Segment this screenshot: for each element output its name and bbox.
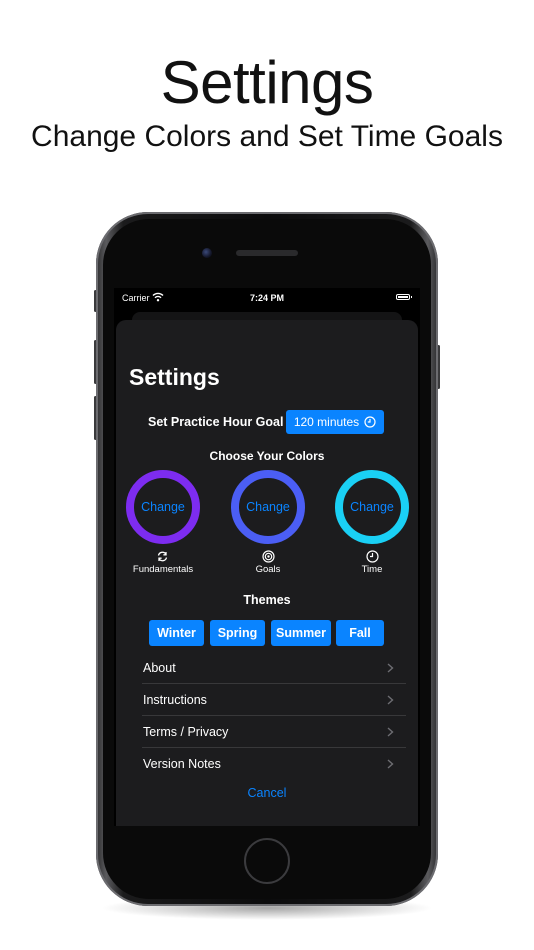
clock-icon: [364, 416, 376, 428]
status-bar: Carrier 7:24 PM: [114, 288, 420, 308]
goal-label: Set Practice Hour Goal: [148, 415, 284, 429]
change-button[interactable]: Change: [246, 500, 290, 514]
theme-summer-button[interactable]: Summer: [271, 620, 331, 646]
menu-item-label: Instructions: [143, 693, 207, 707]
promo-subheadline: Change Colors and Set Time Goals: [31, 120, 503, 153]
clock-icon: [366, 550, 379, 563]
time-color-ring[interactable]: Change: [335, 470, 409, 544]
menu-item-terms-privacy[interactable]: Terms / Privacy: [142, 717, 406, 748]
menu-item-about[interactable]: About: [142, 653, 406, 684]
status-time: 7:24 PM: [249, 293, 284, 303]
target-icon: [262, 550, 275, 563]
fundamentals-label: Fundamentals: [132, 564, 194, 575]
chevron-right-icon: [387, 695, 394, 705]
cancel-button[interactable]: Cancel: [114, 786, 420, 800]
chevron-right-icon: [387, 727, 394, 737]
goals-label: Goals: [255, 564, 281, 575]
earpiece-speaker: [236, 250, 298, 256]
chevron-right-icon: [387, 759, 394, 769]
cycle-icon: [157, 551, 168, 562]
promo-headline: Settings: [160, 49, 374, 116]
menu-item-label: Version Notes: [143, 757, 221, 771]
page-title: Settings: [129, 364, 220, 390]
goal-picker-button[interactable]: 120 minutes: [286, 410, 384, 434]
colors-heading: Choose Your Colors: [209, 449, 325, 463]
home-button[interactable]: [244, 838, 290, 884]
phone-screen: Carrier 7:24 PM Settings Set Practice Ho…: [114, 288, 420, 826]
theme-winter-button[interactable]: Winter: [149, 620, 204, 646]
menu-item-label: About: [143, 661, 176, 675]
time-label: Time: [361, 564, 383, 575]
front-camera: [202, 248, 212, 258]
change-button[interactable]: Change: [141, 500, 185, 514]
theme-fall-button[interactable]: Fall: [336, 620, 384, 646]
menu-item-label: Terms / Privacy: [143, 725, 229, 739]
goal-value: 120 minutes: [293, 415, 360, 429]
goals-color-ring[interactable]: Change: [231, 470, 305, 544]
battery-icon: [396, 294, 412, 300]
menu-item-version-notes[interactable]: Version Notes: [142, 749, 406, 780]
chevron-right-icon: [387, 663, 394, 673]
theme-spring-button[interactable]: Spring: [210, 620, 265, 646]
menu-item-instructions[interactable]: Instructions: [142, 685, 406, 716]
themes-heading: Themes: [243, 593, 291, 607]
change-button[interactable]: Change: [350, 500, 394, 514]
fundamentals-color-ring[interactable]: Change: [126, 470, 200, 544]
